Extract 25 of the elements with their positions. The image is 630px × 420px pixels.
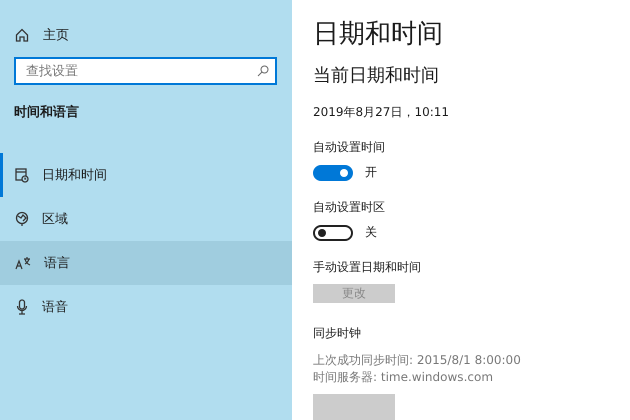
nav-item[interactable]: 语言: [0, 241, 292, 285]
nav-item[interactable]: 语音: [0, 285, 292, 329]
toggle-state: 开: [365, 164, 377, 181]
toggle-state: 关: [365, 224, 377, 241]
section-heading: 同步时钟: [313, 325, 362, 342]
sync-info: 时间服务器: time.windows.com: [313, 369, 494, 386]
search-field[interactable]: 查找设置: [14, 57, 277, 85]
section-heading: 时间和语言: [13, 104, 80, 122]
microphone-icon: [15, 299, 29, 315]
nav-item[interactable]: 区域: [0, 197, 292, 241]
setting-label: 自动设置时间: [313, 139, 386, 156]
toggle-switch[interactable]: [313, 224, 353, 240]
section-title: 当前日期和时间: [313, 64, 440, 88]
current-date-time: 2019年8月27日，10:11: [313, 104, 450, 121]
globe-icon: [15, 211, 29, 227]
setting-label: 自动设置时区: [313, 199, 386, 216]
search-icon[interactable]: [257, 65, 269, 77]
page-title: 日期和时间: [313, 18, 444, 50]
language-icon: [15, 256, 31, 270]
sync-info: 上次成功同步时间: 2015/8/1 8:00:00: [313, 352, 522, 369]
home-icon[interactable]: [15, 28, 29, 42]
toggle-switch[interactable]: [313, 164, 353, 180]
calendar-clock-icon: [15, 167, 29, 183]
setting-label: 手动设置日期和时间: [313, 259, 422, 276]
home-link[interactable]: 主页: [43, 26, 69, 44]
